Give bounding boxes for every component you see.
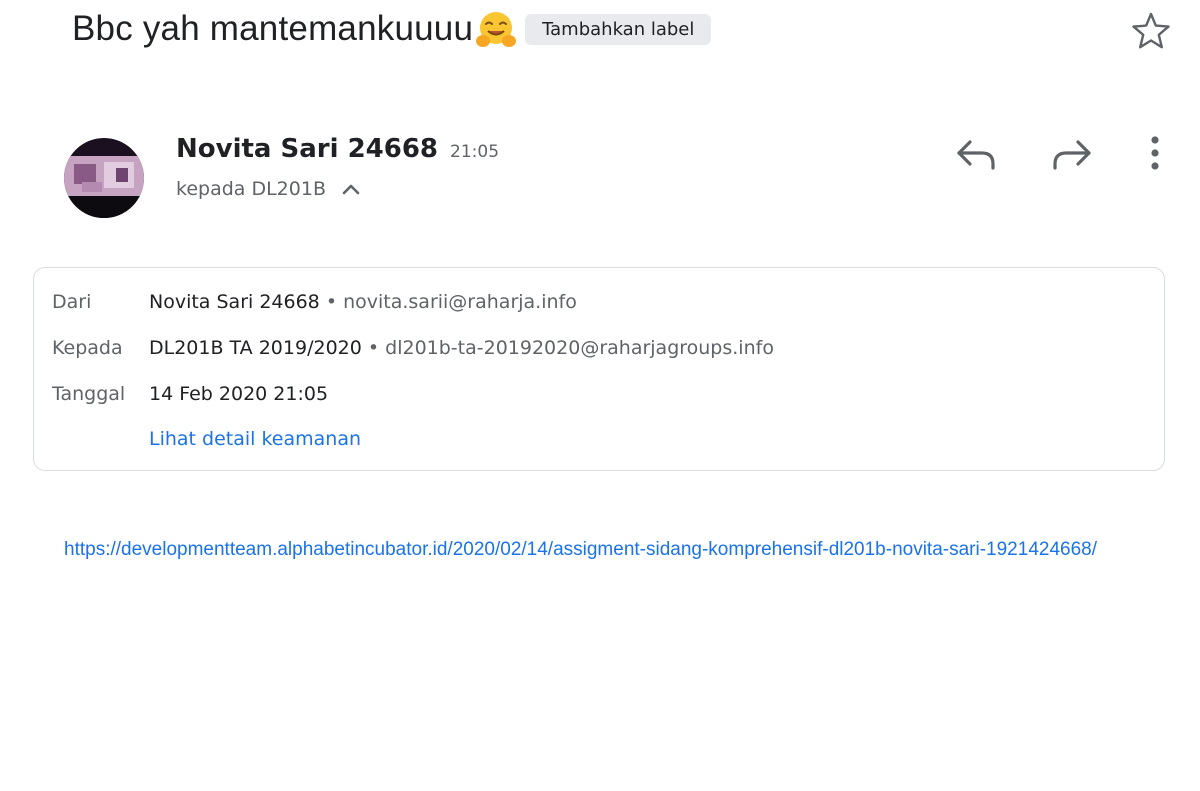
from-row: Dari Novita Sari 24668 • novita.sarii@ra… (52, 291, 577, 313)
from-separator: • (319, 291, 344, 313)
sender-time: 21:05 (450, 142, 500, 162)
avatar-image (64, 138, 144, 218)
to-separator: • (361, 337, 386, 359)
message-details-card: Dari Novita Sari 24668 • novita.sarii@ra… (33, 267, 1165, 471)
subject-text: Bbc yah mantemankuuuu (72, 9, 474, 48)
sender-name: Novita Sari 24668 (176, 134, 439, 164)
to-name: DL201B TA 2019/2020 (149, 337, 362, 359)
sender-avatar[interactable] (64, 138, 144, 218)
forward-icon[interactable] (1050, 134, 1094, 174)
email-subject-row: Bbc yah mantemankuuuu Tambahkan label (72, 8, 712, 50)
more-vert-icon[interactable] (1140, 134, 1170, 174)
from-value: Novita Sari 24668 • novita.sarii@raharja… (149, 291, 577, 313)
recipient-summary: kepada DL201B (176, 178, 326, 200)
chevron-up-icon[interactable] (340, 178, 362, 200)
hugging-face-icon (476, 12, 517, 47)
date-label: Tanggal (52, 383, 126, 405)
sender-name-row: Novita Sari 24668 21:05 (176, 134, 499, 164)
to-row: Kepada DL201B TA 2019/2020 • dl201b-ta-2… (52, 337, 774, 359)
body-link[interactable]: https://developmentteam.alphabetincubato… (64, 538, 1124, 562)
date-value: 14 Feb 2020 21:05 (149, 383, 329, 405)
add-label-chip[interactable]: Tambahkan label (525, 13, 712, 45)
to-value: DL201B TA 2019/2020 • dl201b-ta-20192020… (149, 337, 774, 359)
from-label: Dari (52, 291, 92, 313)
email-view: Bbc yah mantemankuuuu Tambahkan label No… (0, 0, 1200, 791)
security-details-link[interactable]: Lihat detail keamanan (149, 428, 361, 450)
from-email[interactable]: novita.sarii@raharja.info (343, 291, 577, 313)
reply-icon[interactable] (954, 134, 998, 174)
from-name: Novita Sari 24668 (149, 291, 320, 313)
email-subject: Bbc yah mantemankuuuu (72, 8, 517, 50)
star-outline-icon[interactable] (1130, 10, 1172, 52)
to-email[interactable]: dl201b-ta-20192020@raharjagroups.info (385, 337, 774, 359)
recipient-summary-row[interactable]: kepada DL201B (176, 178, 362, 200)
to-label: Kepada (52, 337, 123, 359)
date-row: Tanggal 14 Feb 2020 21:05 (52, 383, 328, 405)
